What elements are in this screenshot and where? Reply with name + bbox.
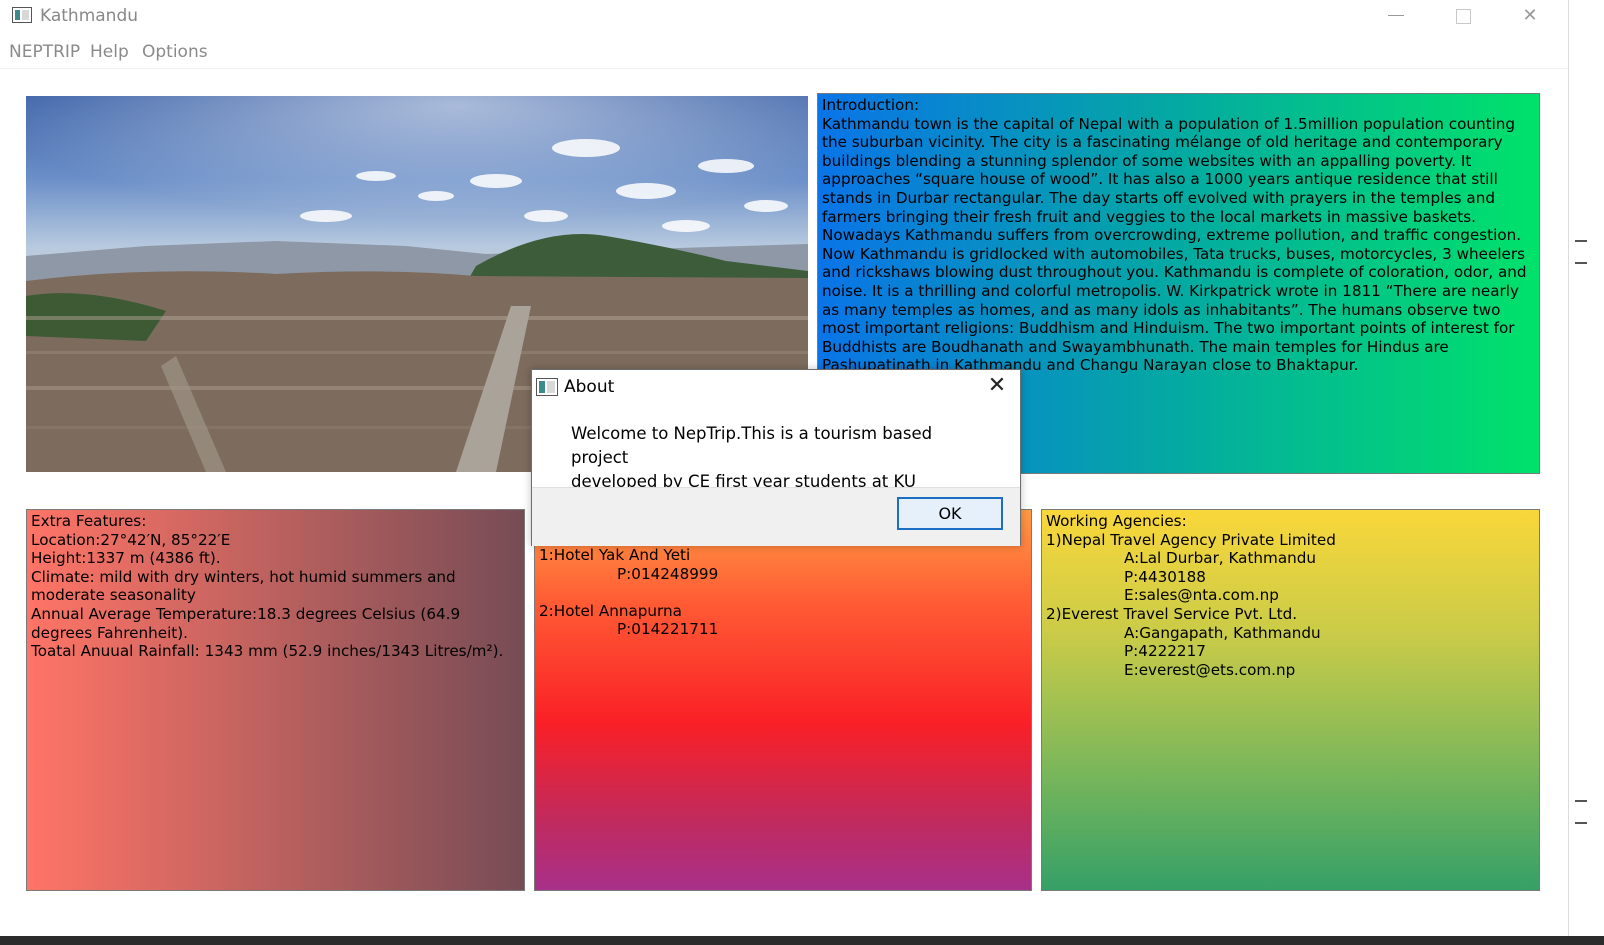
close-button[interactable]: ✕ [1500,0,1560,34]
edge-mark [1575,262,1587,264]
agency-item: 2)Everest Travel Service Pvt. Ltd. A:Gan… [1046,605,1535,679]
hotel-item: 2:Hotel Annapurna P:014221711 [539,602,1027,639]
about-dialog: About ✕ Welcome to NepTrip.This is a tou… [531,369,1021,546]
hotel-name: 1:Hotel Yak And Yeti [539,546,691,564]
ok-button[interactable]: OK [897,497,1003,530]
introduction-heading: Introduction: [822,96,920,114]
working-agencies-panel: Working Agencies: 1)Nepal Travel Agency … [1041,509,1540,891]
background-window-edge [1569,0,1604,945]
hotel-phone: P:014248999 [617,564,719,583]
close-icon: ✕ [987,373,1007,398]
edge-mark [1575,240,1587,242]
taskbar-edge [0,936,1604,945]
agency-address: A:Gangapath, Kathmandu [1124,623,1321,642]
features-location: Location:27°42′N, 85°22′E [31,530,231,549]
edge-mark [1575,822,1587,824]
agency-phone: P:4222217 [1124,642,1206,661]
introduction-text: Kathmandu town is the capital of Nepal w… [822,114,1527,375]
main-window: Kathmandu ✕ NEPTRIP Help Options Introdu… [0,0,1569,937]
extra-features-panel: Extra Features: Location:27°42′N, 85°22′… [26,509,525,891]
agency-item: 1)Nepal Travel Agency Private Limited A:… [1046,531,1535,605]
features-height: Height:1337 m (4386 ft). [31,549,221,568]
hotel-name: 2:Hotel Annapurna [539,601,682,620]
dialog-footer: OK [532,487,1020,546]
agencies-heading: Working Agencies: [1046,512,1187,530]
dialog-title: About [564,377,615,397]
agency-phone: P:4430188 [1124,567,1206,586]
edge-mark [1575,800,1587,802]
dialog-close-button[interactable]: ✕ [984,374,1010,400]
features-heading: Extra Features: [31,512,147,530]
dialog-message-line: Welcome to NepTrip.This is a tourism bas… [571,424,933,467]
features-temperature: Annual Average Temperature:18.3 degrees … [31,604,461,642]
maximize-button[interactable] [1432,0,1492,34]
dialog-title-bar[interactable]: About ✕ [532,370,1020,404]
close-icon: ✕ [1522,5,1538,26]
dialog-message: Welcome to NepTrip.This is a tourism bas… [571,422,991,494]
menu-bar: NEPTRIP Help Options [0,38,1568,69]
agency-email: E:sales@nta.com.np [1124,586,1279,605]
minimize-button[interactable] [1366,0,1426,34]
agency-name: 2)Everest Travel Service Pvt. Ltd. [1046,604,1298,623]
menu-neptrip[interactable]: NEPTRIP [9,42,80,62]
hotels-panel: 1:Hotel Yak And Yeti P:014248999 2:Hotel… [534,509,1032,891]
window-title: Kathmandu [40,6,139,26]
app-window-icon [12,7,32,23]
agency-address: A:Lal Durbar, Kathmandu [1124,549,1317,568]
features-rainfall: Toatal Anuual Rainfall: 1343 mm (52.9 in… [31,642,504,661]
features-climate: Climate: mild with dry winters, hot humi… [31,567,456,605]
dialog-app-icon [536,378,558,396]
hotel-item: 1:Hotel Yak And Yeti P:014248999 [539,546,1027,583]
agency-name: 1)Nepal Travel Agency Private Limited [1046,530,1336,549]
menu-options[interactable]: Options [142,42,208,62]
title-bar[interactable]: Kathmandu ✕ [0,0,1568,34]
agency-email: E:everest@ets.com.np [1124,660,1296,679]
menu-help[interactable]: Help [90,42,129,62]
hotel-phone: P:014221711 [617,620,719,639]
